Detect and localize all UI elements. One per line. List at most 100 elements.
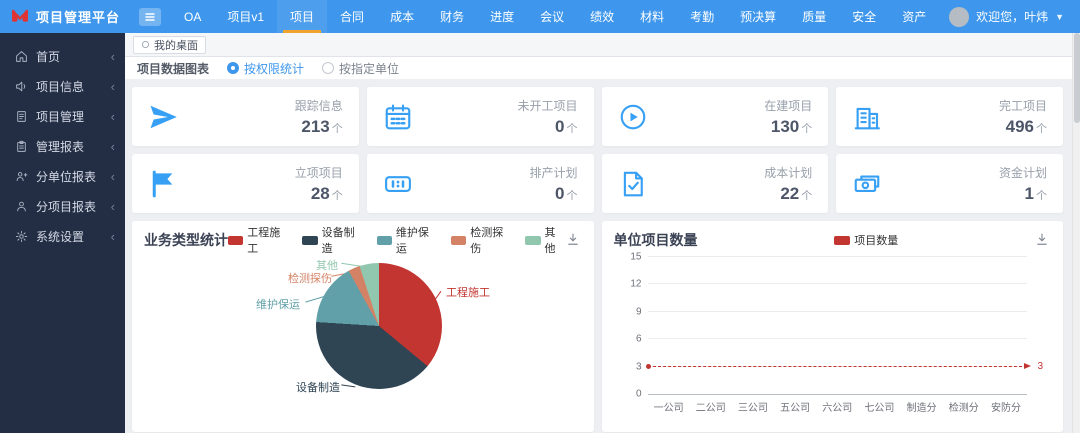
pie-chart-panel: 业务类型统计 工程施工设备制造维护保运检测探伤其他 工程施工设: [132, 221, 594, 432]
person-plus-icon: [15, 170, 28, 183]
nav-item-考勤[interactable]: 考勤: [677, 0, 727, 33]
chevron-collapse-icon: ‹: [111, 50, 115, 63]
sidebar-item-label: 项目信息: [36, 78, 103, 95]
legend-item-项目数量[interactable]: 项目数量: [834, 232, 898, 248]
sidebar-item-项目管理[interactable]: 项目管理‹: [0, 101, 125, 131]
pie-chart-title: 业务类型统计: [144, 230, 228, 250]
stat-label: 在建项目: [764, 97, 812, 114]
play-circle-icon: [618, 102, 648, 132]
sidebar-item-管理报表[interactable]: 管理报表 ‹: [0, 131, 125, 161]
chevron-down-icon: ▼: [1055, 12, 1064, 22]
sidebar-item-项目信息[interactable]: 项目信息‹: [0, 71, 125, 101]
stat-label: 排产计划: [529, 164, 577, 181]
markline-arrow-icon: [1024, 363, 1031, 369]
radio-dot-icon: [322, 62, 334, 74]
download-icon[interactable]: [566, 232, 582, 248]
dashboard-content: 跟踪信息213个未开工项目0个在建项目130个完工项目496个立项项目28个排产…: [125, 80, 1072, 433]
legend-swatch: [377, 236, 392, 245]
hamburger-menu-icon[interactable]: [139, 8, 161, 26]
pie-slice-label-维护保运: 维护保运: [256, 296, 300, 312]
stat-card-排产计划[interactable]: 排产计划0个: [367, 154, 594, 213]
person-icon: [15, 200, 28, 213]
radio-group: 按权限统计 按指定单位: [227, 60, 399, 77]
bar-chart-title: 单位项目数量: [614, 230, 698, 250]
sidebar-item-分单位报表[interactable]: 分单位报表 ‹: [0, 161, 125, 191]
stat-card-完工项目[interactable]: 完工项目496个: [836, 87, 1063, 146]
x-axis-label-五公司: 五公司: [774, 399, 816, 414]
user-area[interactable]: 欢迎您，叶炜 ▼: [949, 7, 1080, 27]
stat-value: 213个: [295, 117, 343, 137]
radio-按权限统计[interactable]: 按权限统计: [227, 60, 304, 77]
legend-label: 项目数量: [854, 232, 898, 248]
scrollbar-thumb[interactable]: [1074, 33, 1080, 123]
paper-plane-icon: [148, 102, 178, 132]
pie-slice-label-其他: 其他: [316, 257, 338, 273]
legend-swatch: [451, 236, 466, 245]
sidebar-item-label: 系统设置: [36, 228, 103, 245]
chevron-collapse-icon: ‹: [111, 170, 115, 183]
legend-swatch: [228, 236, 243, 245]
stat-card-在建项目[interactable]: 在建项目130个: [602, 87, 829, 146]
y-axis-tick: 15: [618, 252, 642, 263]
sidebar-item-label: 管理报表: [36, 138, 103, 155]
calendar-icon: [383, 102, 413, 132]
pie-slice-label-设备制造: 设备制造: [296, 379, 340, 395]
nav-item-财务[interactable]: 财务: [427, 0, 477, 33]
nav-item-进度[interactable]: 进度: [477, 0, 527, 33]
nav-item-预决算[interactable]: 预决算: [727, 0, 789, 33]
markline-dot: [646, 364, 651, 369]
welcome-text: 欢迎您，叶炜: [976, 8, 1048, 25]
download-icon[interactable]: [1035, 232, 1051, 248]
pie-circle[interactable]: [316, 263, 442, 389]
markline-average: 3: [648, 366, 1028, 367]
stat-label: 成本计划: [764, 164, 812, 181]
sidebar-item-系统设置[interactable]: 系统设置‹: [0, 221, 125, 251]
stat-card-资金计划[interactable]: 资金计划1个: [836, 154, 1063, 213]
nav-item-项目v1[interactable]: 项目v1: [214, 0, 277, 33]
x-axis-label-一公司: 一公司: [648, 399, 690, 414]
avatar[interactable]: [949, 7, 969, 27]
bar-chart-panel: 单位项目数量 项目数量 036912153 一公司二公司三公司五公司六公司七公司…: [602, 221, 1064, 432]
stat-card-未开工项目[interactable]: 未开工项目0个: [367, 87, 594, 146]
x-axis-label-七公司: 七公司: [858, 399, 900, 414]
pie-chart[interactable]: 工程施工设备制造维护保运检测探伤其他: [144, 251, 582, 423]
sidebar-item-首页[interactable]: 首页‹: [0, 41, 125, 71]
brand: 项目管理平台: [0, 7, 125, 26]
tab-my-desktop[interactable]: 我的桌面: [133, 36, 206, 54]
x-axis-label-安防分: 安防分: [985, 399, 1027, 414]
speaker-icon: [15, 80, 28, 93]
nav-item-资产[interactable]: 资产: [889, 0, 939, 33]
nav-item-安全[interactable]: 安全: [839, 0, 889, 33]
sidebar-item-分项目报表[interactable]: 分项目报表‹: [0, 191, 125, 221]
nav-item-OA[interactable]: OA: [171, 0, 214, 33]
home-icon: [141, 40, 150, 49]
legend-swatch: [834, 236, 850, 245]
charts-row: 业务类型统计 工程施工设备制造维护保运检测探伤其他 工程施工设: [132, 221, 1063, 432]
filter-label: 项目数据图表: [137, 60, 209, 77]
stat-card-立项项目[interactable]: 立项项目28个: [132, 154, 359, 213]
ratio-icon: [383, 169, 413, 199]
stat-label: 未开工项目: [517, 97, 577, 114]
x-axis-label-制造分: 制造分: [901, 399, 943, 414]
nav-item-绩效[interactable]: 绩效: [577, 0, 627, 33]
nav-item-材料[interactable]: 材料: [627, 0, 677, 33]
clipboard-icon: [15, 140, 28, 153]
nav-item-合同[interactable]: 合同: [327, 0, 377, 33]
nav-item-会议[interactable]: 会议: [527, 0, 577, 33]
nav-item-质量[interactable]: 质量: [789, 0, 839, 33]
stat-card-成本计划[interactable]: 成本计划22个: [602, 154, 829, 213]
nav-item-成本[interactable]: 成本: [377, 0, 427, 33]
bar-chart[interactable]: 036912153 一公司二公司三公司五公司六公司七公司制造分检测分安防分: [614, 251, 1052, 423]
main-area: 我的桌面 项目数据图表 按权限统计按指定单位 跟踪信息213个未开工项目0个在建…: [125, 33, 1072, 433]
stat-card-跟踪信息[interactable]: 跟踪信息213个: [132, 87, 359, 146]
app-logo-icon: [10, 9, 30, 25]
sidebar-item-label: 分单位报表: [36, 168, 103, 185]
y-axis-tick: 6: [618, 334, 642, 345]
chevron-collapse-icon: ‹: [111, 140, 115, 153]
pie-slice-label-工程施工: 工程施工: [446, 284, 490, 300]
app-header: 项目管理平台 OA项目v1项目合同成本财务进度会议绩效材料考勤预决算质量安全资产…: [0, 0, 1080, 33]
radio-label: 按权限统计: [244, 60, 304, 77]
nav-item-项目[interactable]: 项目: [277, 0, 327, 33]
scrollbar[interactable]: [1072, 33, 1080, 433]
radio-按指定单位[interactable]: 按指定单位: [322, 60, 399, 77]
